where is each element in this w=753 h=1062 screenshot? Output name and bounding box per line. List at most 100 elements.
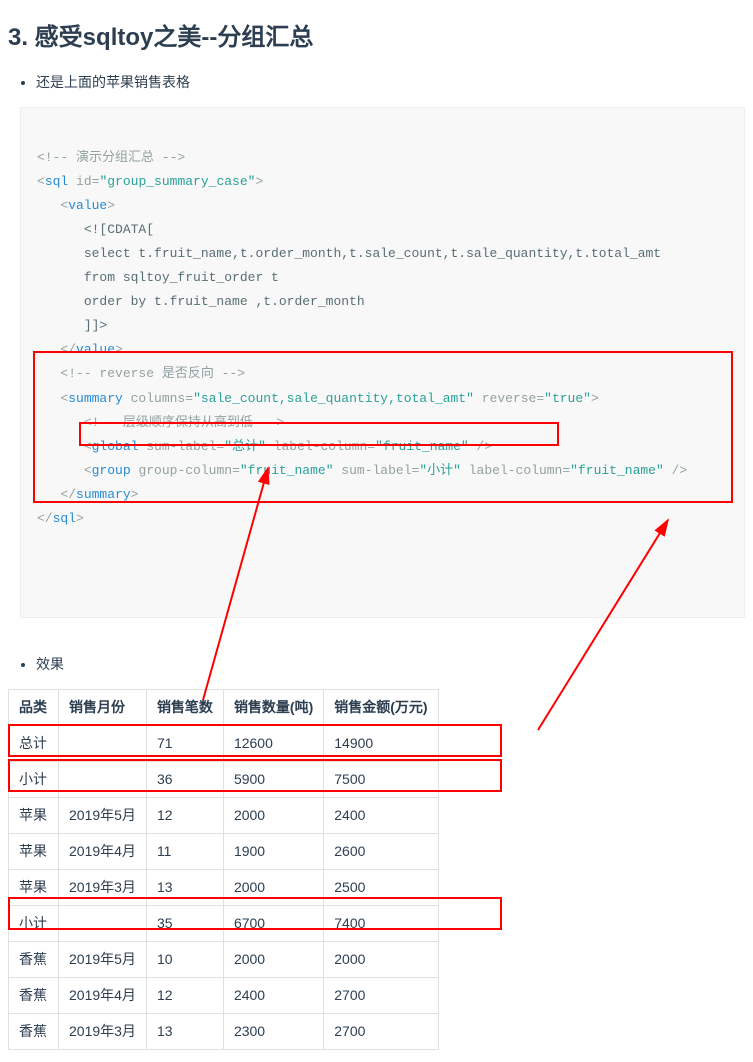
code-line: order by t.fruit_name ,t.order_month xyxy=(84,294,365,309)
table-cell: 2000 xyxy=(223,797,323,833)
code-line: < xyxy=(84,463,92,478)
table-cell: 小计 xyxy=(9,905,59,941)
code-line: value xyxy=(76,342,115,357)
code-line: "小计" xyxy=(419,463,461,478)
code-line: > xyxy=(115,342,123,357)
code-line: "fruit_name" xyxy=(375,439,469,454)
table-cell: 2000 xyxy=(223,941,323,977)
table-cell: 7400 xyxy=(324,905,438,941)
code-line: select t.fruit_name,t.order_month,t.sale… xyxy=(84,246,661,261)
table-cell: 14900 xyxy=(324,725,438,761)
table-cell: 苹果 xyxy=(9,797,59,833)
code-line: "fruit_name" xyxy=(240,463,334,478)
table-row: 苹果2019年4月1119002600 xyxy=(9,833,439,869)
table-header: 品类 xyxy=(9,689,59,725)
code-line: sum-label xyxy=(334,463,412,478)
table-cell: 1900 xyxy=(223,833,323,869)
result-table: 品类 销售月份 销售笔数 销售数量(吨) 销售金额(万元) 总计71126001… xyxy=(8,689,439,1050)
code-line: > xyxy=(107,198,115,213)
code-line: = xyxy=(367,439,375,454)
table-cell xyxy=(59,725,147,761)
table-cell: 5900 xyxy=(223,761,323,797)
table-row: 小计3567007400 xyxy=(9,905,439,941)
table-header: 销售数量(吨) xyxy=(223,689,323,725)
table-cell: 12 xyxy=(146,797,223,833)
code-line: </ xyxy=(37,511,53,526)
table-cell: 35 xyxy=(146,905,223,941)
code-line: summary xyxy=(68,391,123,406)
table-cell: 2000 xyxy=(324,941,438,977)
table-cell: 12 xyxy=(146,977,223,1013)
code-line: label-column xyxy=(461,463,562,478)
code-line: <!-- 层级顺序保持从高到低 --> xyxy=(84,415,284,430)
table-cell: 小计 xyxy=(9,761,59,797)
table-cell: 2019年4月 xyxy=(59,977,147,1013)
table-cell: 10 xyxy=(146,941,223,977)
code-block: <!-- 演示分组汇总 --> < sql id = "group_summary_c… xyxy=(20,107,745,618)
code-line: "true" xyxy=(544,391,591,406)
table-cell: 11 xyxy=(146,833,223,869)
code-line: > xyxy=(255,174,263,189)
table-row: 总计711260014900 xyxy=(9,725,439,761)
code-line: summary xyxy=(76,487,131,502)
table-cell xyxy=(59,761,147,797)
code-line: = xyxy=(562,463,570,478)
table-cell: 12600 xyxy=(223,725,323,761)
code-line: < xyxy=(84,439,92,454)
table-cell: 苹果 xyxy=(9,869,59,905)
table-header: 销售金额(万元) xyxy=(324,689,438,725)
table-cell: 2700 xyxy=(324,1013,438,1049)
code-line: global xyxy=(92,439,139,454)
table-cell: 2400 xyxy=(223,977,323,1013)
code-line: "group_summary_case" xyxy=(99,174,255,189)
table-row: 苹果2019年5月1220002400 xyxy=(9,797,439,833)
table-cell: 2700 xyxy=(324,977,438,1013)
code-line: sql xyxy=(45,174,68,189)
code-line: group-column xyxy=(131,463,232,478)
code-line: from sqltoy_fruit_order t xyxy=(84,270,279,285)
code-line: <!-- reverse 是否反向 --> xyxy=(60,366,245,381)
table-cell: 总计 xyxy=(9,725,59,761)
code-line: = xyxy=(232,463,240,478)
code-line: reverse xyxy=(474,391,536,406)
code-line: "sale_count,sale_quantity,total_amt" xyxy=(193,391,474,406)
code-line: label-column xyxy=(266,439,367,454)
code-line: group xyxy=(92,463,131,478)
table-cell: 2000 xyxy=(223,869,323,905)
table-cell: 香蕉 xyxy=(9,941,59,977)
table-cell: 36 xyxy=(146,761,223,797)
table-header: 销售笔数 xyxy=(146,689,223,725)
table-cell: 2019年3月 xyxy=(59,869,147,905)
table-cell: 2500 xyxy=(324,869,438,905)
code-line: </ xyxy=(60,342,76,357)
table-cell: 苹果 xyxy=(9,833,59,869)
code-line: = xyxy=(536,391,544,406)
result-table-wrap: 品类 销售月份 销售笔数 销售数量(吨) 销售金额(万元) 总计71126001… xyxy=(8,689,745,1050)
table-row: 苹果2019年3月1320002500 xyxy=(9,869,439,905)
code-line: /> xyxy=(469,439,492,454)
code-line: "fruit_name" xyxy=(570,463,664,478)
table-cell: 2019年5月 xyxy=(59,797,147,833)
code-line: > xyxy=(131,487,139,502)
result-bullet: 效果 xyxy=(36,654,745,675)
code-line: </ xyxy=(60,487,76,502)
code-line: value xyxy=(68,198,107,213)
table-cell: 2600 xyxy=(324,833,438,869)
table-cell: 2019年3月 xyxy=(59,1013,147,1049)
table-row: 小计 3659007500 xyxy=(9,761,439,797)
table-row: 香蕉2019年3月1323002700 xyxy=(9,1013,439,1049)
code-line: <!-- 演示分组汇总 --> xyxy=(37,150,185,165)
table-cell: 7500 xyxy=(324,761,438,797)
code-line: "总计" xyxy=(224,439,266,454)
table-cell: 13 xyxy=(146,1013,223,1049)
code-line: id xyxy=(68,174,91,189)
code-line: <![CDATA[ xyxy=(84,222,154,237)
table-cell: 2019年5月 xyxy=(59,941,147,977)
code-line: sql xyxy=(53,511,76,526)
table-header: 销售月份 xyxy=(59,689,147,725)
table-header-row: 品类 销售月份 销售笔数 销售数量(吨) 销售金额(万元) xyxy=(9,689,439,725)
table-cell: 13 xyxy=(146,869,223,905)
code-line: columns xyxy=(123,391,185,406)
table-cell: 香蕉 xyxy=(9,1013,59,1049)
table-cell: 香蕉 xyxy=(9,977,59,1013)
